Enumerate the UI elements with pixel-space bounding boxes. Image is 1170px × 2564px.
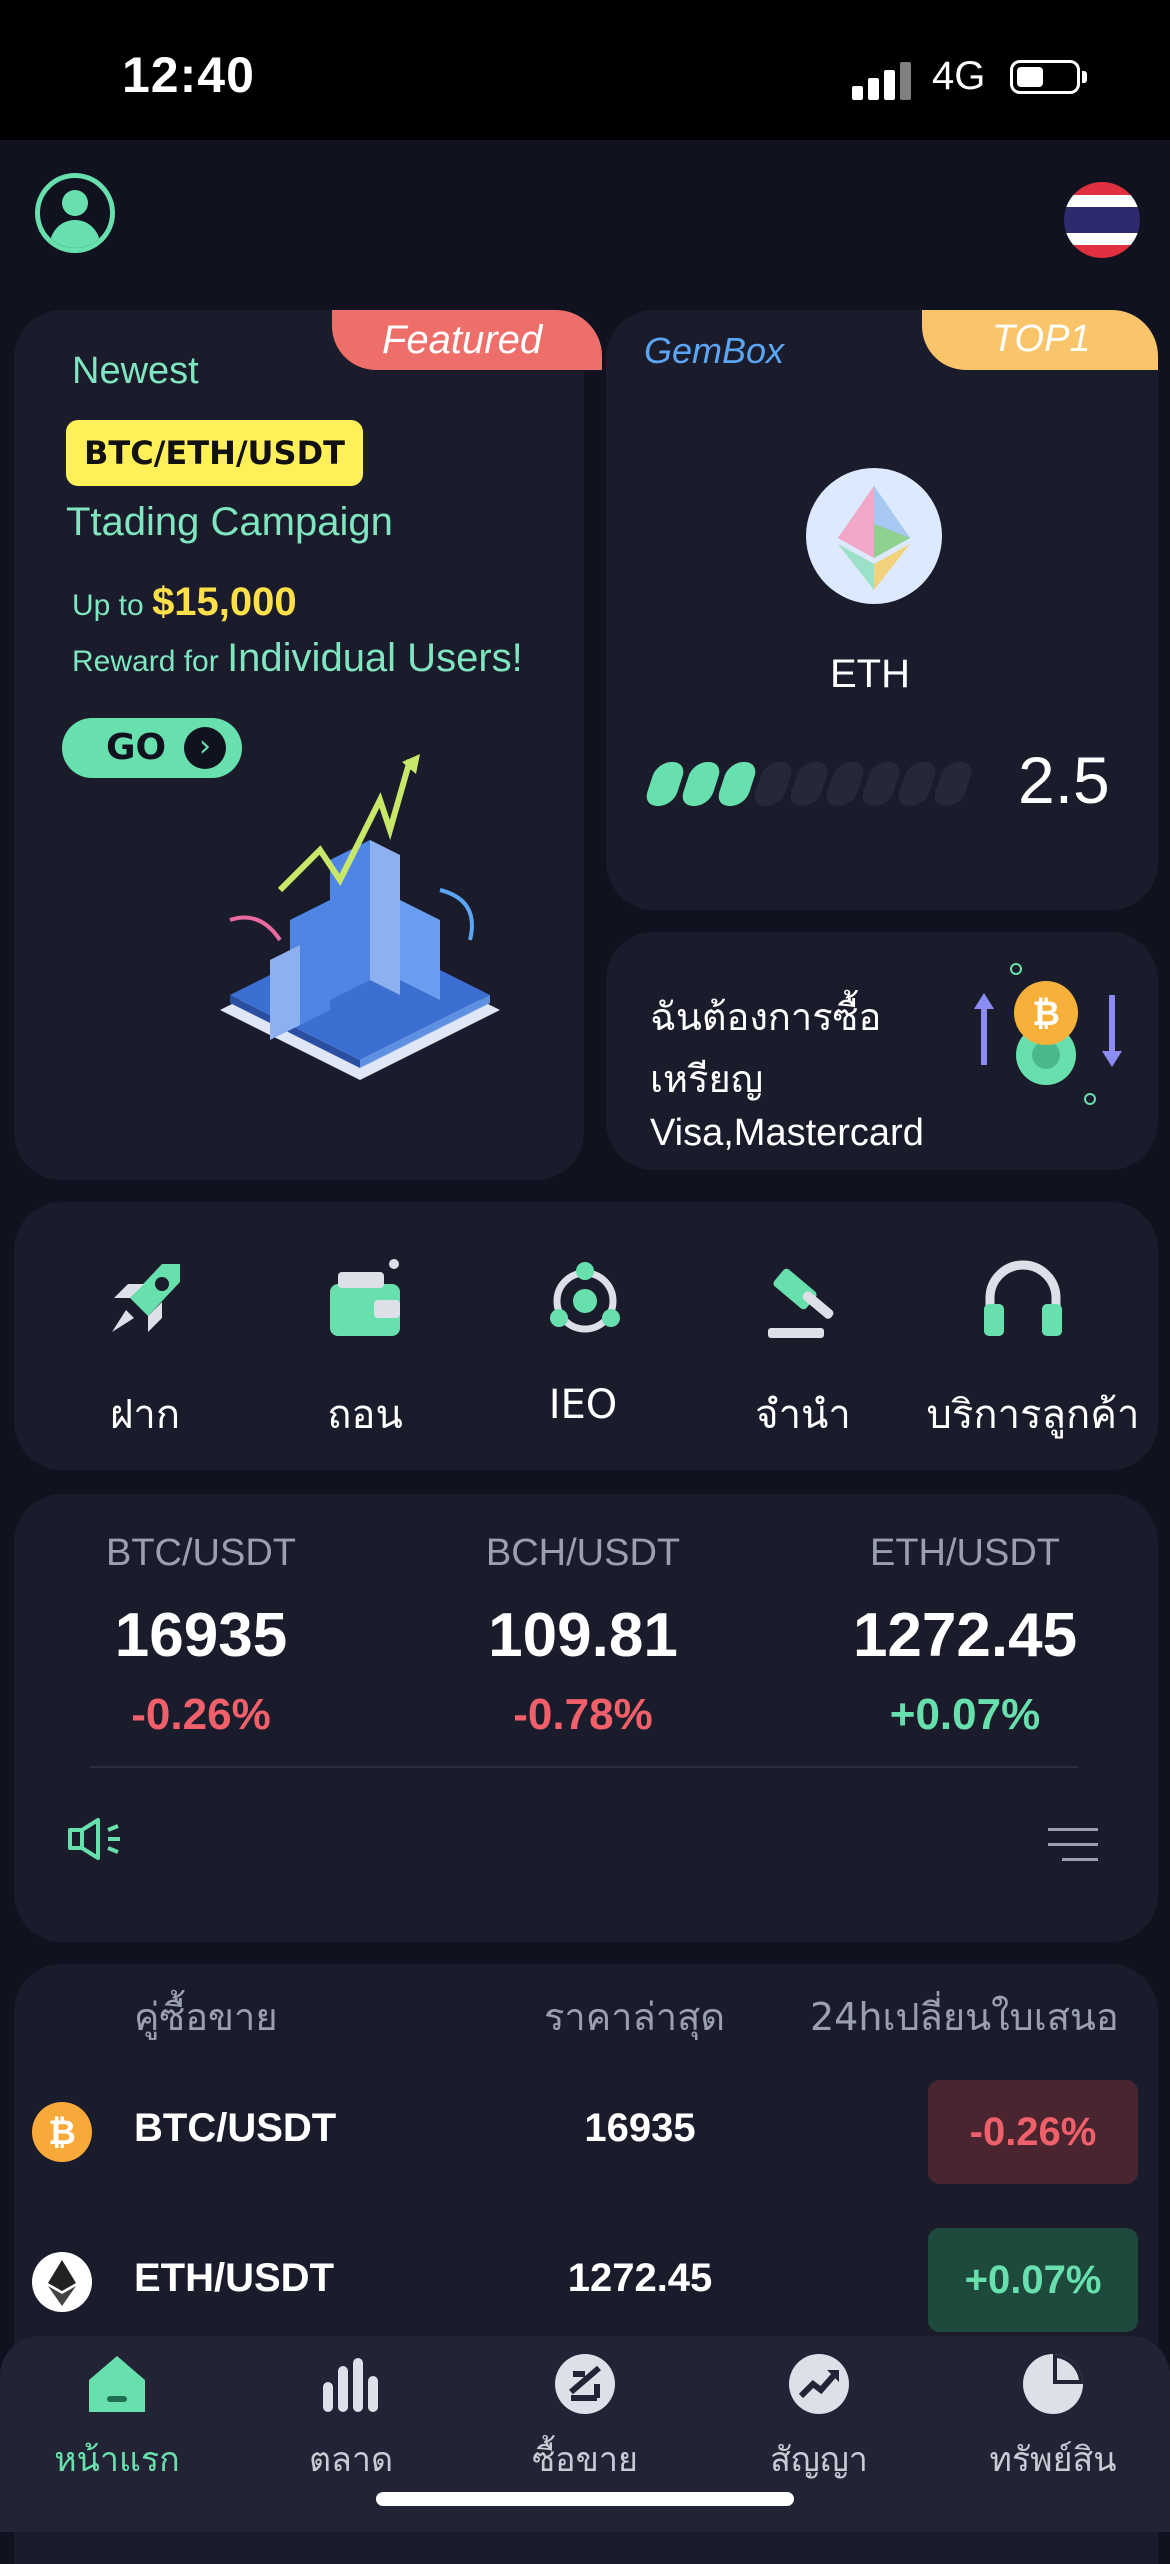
profile-avatar-icon[interactable] xyxy=(35,173,115,253)
nav-assets[interactable]: ทรัพย์สิน xyxy=(936,2352,1170,2486)
market-header-pair: คู่ซื้อขาย xyxy=(134,1995,278,2039)
trade-icon xyxy=(555,2354,615,2414)
nav-trade-label: ซื้อขาย xyxy=(532,2440,638,2480)
progress-segment xyxy=(714,762,760,806)
gembox-coin-label: ETH xyxy=(830,652,910,696)
campaign-upto: Up to $15,000 xyxy=(72,580,297,624)
ticker-bch-change: -0.78% xyxy=(513,1690,653,1739)
campaign-newest: Newest xyxy=(72,350,199,392)
ticker-btc-pair[interactable]: BTC/USDT xyxy=(36,1532,366,1575)
market-row-change-badge[interactable]: -0.26% xyxy=(928,2080,1138,2184)
pie-chart-icon xyxy=(1023,2354,1083,2414)
ieo-orbit-icon[interactable] xyxy=(540,1254,630,1344)
market-row-pair: BTC/USDT xyxy=(134,2106,337,2150)
market-header-price: ราคาล่าสุด xyxy=(544,1995,726,2039)
status-time: 12:40 xyxy=(122,47,255,103)
announcement-speaker-icon[interactable] xyxy=(66,1816,126,1862)
featured-tag: Featured xyxy=(332,310,602,370)
top-rank-tag: TOP1 xyxy=(922,310,1158,370)
nav-assets-label: ทรัพย์สิน xyxy=(989,2440,1117,2480)
buy-coin-methods: Visa,Mastercard xyxy=(650,1112,924,1154)
campaign-title: Ttading Campaign xyxy=(66,500,393,544)
nav-home-label: หน้าแรก xyxy=(54,2440,180,2480)
market-row-price: 1272.45 xyxy=(567,2256,713,2300)
gembox-title: GemBox xyxy=(644,330,785,371)
nav-trade[interactable]: ซื้อขาย xyxy=(468,2352,702,2486)
buy-coin-exchange-icon: ₿ xyxy=(974,963,1122,1105)
ticker-bch-pair[interactable]: BCH/USDT xyxy=(418,1532,748,1575)
nav-home[interactable]: หน้าแรก xyxy=(0,2352,234,2486)
headset-icon[interactable] xyxy=(978,1254,1068,1344)
svg-text:₿: ₿ xyxy=(48,2113,76,2153)
svg-text:₿: ₿ xyxy=(1032,994,1060,1034)
action-support-label[interactable]: บริการลูกค้า xyxy=(908,1382,1158,1446)
ticker-divider xyxy=(90,1766,1078,1768)
campaign-3d-chart-illustration xyxy=(220,754,500,1080)
gembox-progress-bar xyxy=(642,762,976,806)
campaign-pairs: BTC/ETH/USDT xyxy=(66,420,363,486)
eth-coin-icon xyxy=(806,468,942,604)
nav-market[interactable]: ตลาด xyxy=(234,2352,468,2486)
network-type: 4G xyxy=(932,54,986,98)
nav-contract-label: สัญญา xyxy=(770,2440,868,2480)
progress-segment xyxy=(642,762,688,806)
market-row-change-badge[interactable]: +0.07% xyxy=(928,2228,1138,2332)
eth-icon xyxy=(32,2252,92,2312)
ticker-eth-change: +0.07% xyxy=(889,1690,1041,1739)
nav-contract[interactable]: สัญญา xyxy=(702,2352,936,2486)
gembox-card[interactable] xyxy=(606,310,1158,910)
progress-segment xyxy=(822,762,868,806)
ticker-eth-price[interactable]: 1272.45 xyxy=(800,1600,1130,1671)
home-icon xyxy=(89,2356,145,2412)
contract-trend-icon xyxy=(789,2354,849,2414)
home-indicator xyxy=(376,2492,794,2506)
progress-segment xyxy=(894,762,940,806)
progress-segment xyxy=(678,762,724,806)
action-deposit-label[interactable]: ฝาก xyxy=(30,1382,260,1446)
campaign-reward: Reward for Individual Users! xyxy=(72,636,523,680)
signal-icon xyxy=(852,60,914,100)
progress-segment xyxy=(786,762,832,806)
action-ieo-label[interactable]: IEO xyxy=(468,1382,698,1428)
rocket-icon[interactable] xyxy=(100,1254,190,1344)
market-row-price: 16935 xyxy=(584,2106,696,2150)
market-row-pair: ETH/USDT xyxy=(134,2256,334,2300)
bar-chart-icon xyxy=(323,2358,378,2412)
wallet-icon[interactable] xyxy=(322,1254,412,1344)
btc-icon: ₿ xyxy=(32,2102,92,2162)
nav-market-label: ตลาด xyxy=(308,2440,394,2480)
market-header-change: 24hเปลี่ยนใบเสนอ xyxy=(810,1995,1119,2039)
language-flag-icon[interactable] xyxy=(1064,182,1140,258)
menu-list-icon[interactable] xyxy=(1048,1826,1100,1864)
ticker-btc-change: -0.26% xyxy=(131,1690,271,1739)
progress-segment xyxy=(750,762,796,806)
progress-segment xyxy=(930,762,976,806)
buy-coin-title: ฉันต้องการซื้อ เหรียญ xyxy=(650,995,882,1101)
action-withdraw-label[interactable]: ถอน xyxy=(250,1382,480,1446)
gembox-score: 2.5 xyxy=(1018,743,1110,817)
ticker-eth-pair[interactable]: ETH/USDT xyxy=(800,1532,1130,1575)
gavel-icon[interactable] xyxy=(760,1254,850,1344)
progress-segment xyxy=(858,762,904,806)
ticker-btc-price[interactable]: 16935 xyxy=(36,1600,366,1671)
ticker-bch-price[interactable]: 109.81 xyxy=(418,1600,748,1671)
battery-icon xyxy=(1010,60,1087,94)
action-pledge-label[interactable]: จำนำ xyxy=(688,1382,918,1446)
